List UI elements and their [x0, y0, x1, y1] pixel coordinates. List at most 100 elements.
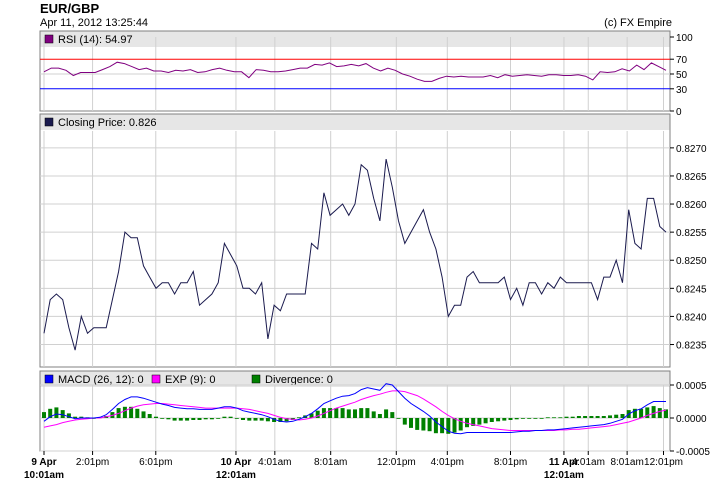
- divergence-bar: [589, 416, 594, 418]
- divergence-bar: [160, 418, 165, 419]
- divergence-bar: [346, 409, 351, 418]
- divergence-bar: [185, 418, 190, 421]
- price-tick-label: 0.8240: [676, 312, 707, 323]
- divergence-bar: [564, 416, 569, 418]
- divergence-bar: [552, 417, 556, 419]
- divergence-bar: [359, 408, 364, 418]
- rsi-tick-label: 100: [676, 33, 693, 44]
- divergence-bar: [651, 406, 656, 418]
- divergence-bar: [334, 408, 339, 418]
- divergence-legend-swatch: [251, 374, 261, 384]
- divergence-bar: [172, 418, 177, 421]
- divergence-bar: [371, 411, 376, 418]
- x-tick-label: 10 Apr: [221, 457, 252, 468]
- price-panel: Closing Price: 0.826 0.8270 0.8265 0.8260 0…: [39, 113, 707, 368]
- divergence-bar: [247, 418, 252, 421]
- divergence-bar: [483, 418, 488, 424]
- divergence-bar: [259, 418, 264, 421]
- divergence-bar: [415, 418, 420, 430]
- divergence-bar: [396, 418, 401, 419]
- divergence-bar: [297, 417, 301, 419]
- rsi-tick-label: 50: [676, 70, 688, 81]
- divergence-bar: [539, 418, 544, 419]
- divergence-bar: [222, 416, 227, 418]
- macd-series-line: [43, 383, 666, 435]
- chart-canvas: RSI (14): 54.97 100 70 50 30 0 Closing Price…: [24, 30, 710, 481]
- rsi-panel-header: [40, 31, 670, 47]
- x-tick-label: 12:01pm: [644, 457, 683, 468]
- macd-legend-label: MACD (26, 12): 0: [58, 374, 144, 386]
- exp-legend-label: EXP (9): 0: [165, 374, 216, 386]
- x-tick-label: 4:01am: [258, 457, 291, 468]
- divergence-bar: [353, 409, 357, 418]
- price-panel-frame: [39, 113, 671, 368]
- divergence-bar: [203, 418, 208, 420]
- divergence-bar: [365, 408, 370, 418]
- divergence-bar: [620, 414, 625, 418]
- divergence-bar: [409, 418, 413, 428]
- divergence-bar: [209, 418, 214, 420]
- divergence-bar: [502, 418, 507, 421]
- x-tick-sublabel: 10:01am: [24, 470, 64, 481]
- divergence-bar: [545, 417, 550, 419]
- divergence-bar: [496, 418, 501, 422]
- divergence-bar: [514, 418, 519, 420]
- divergence-bar: [520, 418, 525, 419]
- x-tick-label: 9 Apr: [31, 457, 56, 468]
- divergence-bar: [601, 416, 606, 418]
- divergence-bar: [583, 416, 588, 418]
- divergence-legend-label: Divergence: 0: [265, 374, 333, 386]
- price-tick-label: 0.8245: [676, 284, 707, 295]
- price-legend-label: Closing Price: 0.826: [58, 117, 156, 129]
- divergence-bar: [377, 414, 382, 418]
- divergence-bar: [402, 418, 407, 425]
- rsi-panel: RSI (14): 54.97 100 70 50 30 0: [39, 30, 693, 118]
- divergence-bar: [166, 418, 171, 420]
- divergence-bar: [533, 418, 538, 419]
- price-legend-swatch: [44, 117, 54, 127]
- rsi-legend-label: RSI (14): 54.97: [58, 34, 133, 46]
- rsi-tick-label: 0: [676, 107, 682, 118]
- macd-tick-label: 0.0000: [676, 414, 707, 425]
- macd-panel: MACD (26, 12): 0 EXP (9): 0 Divergence: …: [39, 370, 710, 458]
- divergence-bar: [614, 414, 619, 418]
- price-tick-label: 0.8265: [676, 172, 707, 183]
- divergence-bar: [241, 418, 245, 420]
- divergence-bar: [608, 415, 612, 418]
- divergence-bar: [489, 418, 494, 422]
- price-tick-label: 0.8260: [676, 200, 707, 211]
- divergence-bar: [228, 416, 233, 418]
- divergence-bar: [122, 406, 127, 418]
- divergence-bar: [340, 408, 345, 418]
- rsi-tick-label: 30: [676, 85, 688, 96]
- price-series-line: [43, 158, 667, 351]
- divergence-bar: [508, 418, 513, 420]
- x-tick-label: 8:01pm: [494, 457, 527, 468]
- divergence-bar: [154, 416, 158, 418]
- divergence-bar: [216, 418, 221, 419]
- x-tick-label: 4:01am: [572, 457, 605, 468]
- price-tick-label: 0.8250: [676, 256, 707, 267]
- rsi-tick-label: 70: [676, 55, 688, 66]
- divergence-bar: [657, 408, 662, 418]
- exp-legend-swatch: [151, 374, 161, 384]
- divergence-bar: [576, 416, 581, 418]
- macd-tick-label: 0.0005: [676, 381, 707, 392]
- divergence-bar: [595, 416, 600, 418]
- divergence-bar: [527, 418, 532, 419]
- x-tick-label: 12:01pm: [377, 457, 416, 468]
- divergence-bar: [384, 409, 389, 418]
- divergence-bar: [54, 407, 59, 418]
- divergence-bar: [191, 418, 196, 420]
- divergence-bar: [135, 408, 140, 418]
- x-tick-label: 8:01am: [314, 457, 347, 468]
- x-tick-label: 2:01pm: [76, 457, 109, 468]
- divergence-bar: [141, 411, 146, 418]
- x-tick-sublabel: 12:01am: [544, 470, 584, 481]
- divergence-bar: [427, 418, 432, 432]
- rsi-legend-swatch: [44, 34, 54, 44]
- divergence-bar: [42, 412, 46, 418]
- x-tick-sublabel: 12:01am: [216, 470, 256, 481]
- divergence-bar: [265, 418, 270, 422]
- x-tick-label: 6:01pm: [139, 457, 172, 468]
